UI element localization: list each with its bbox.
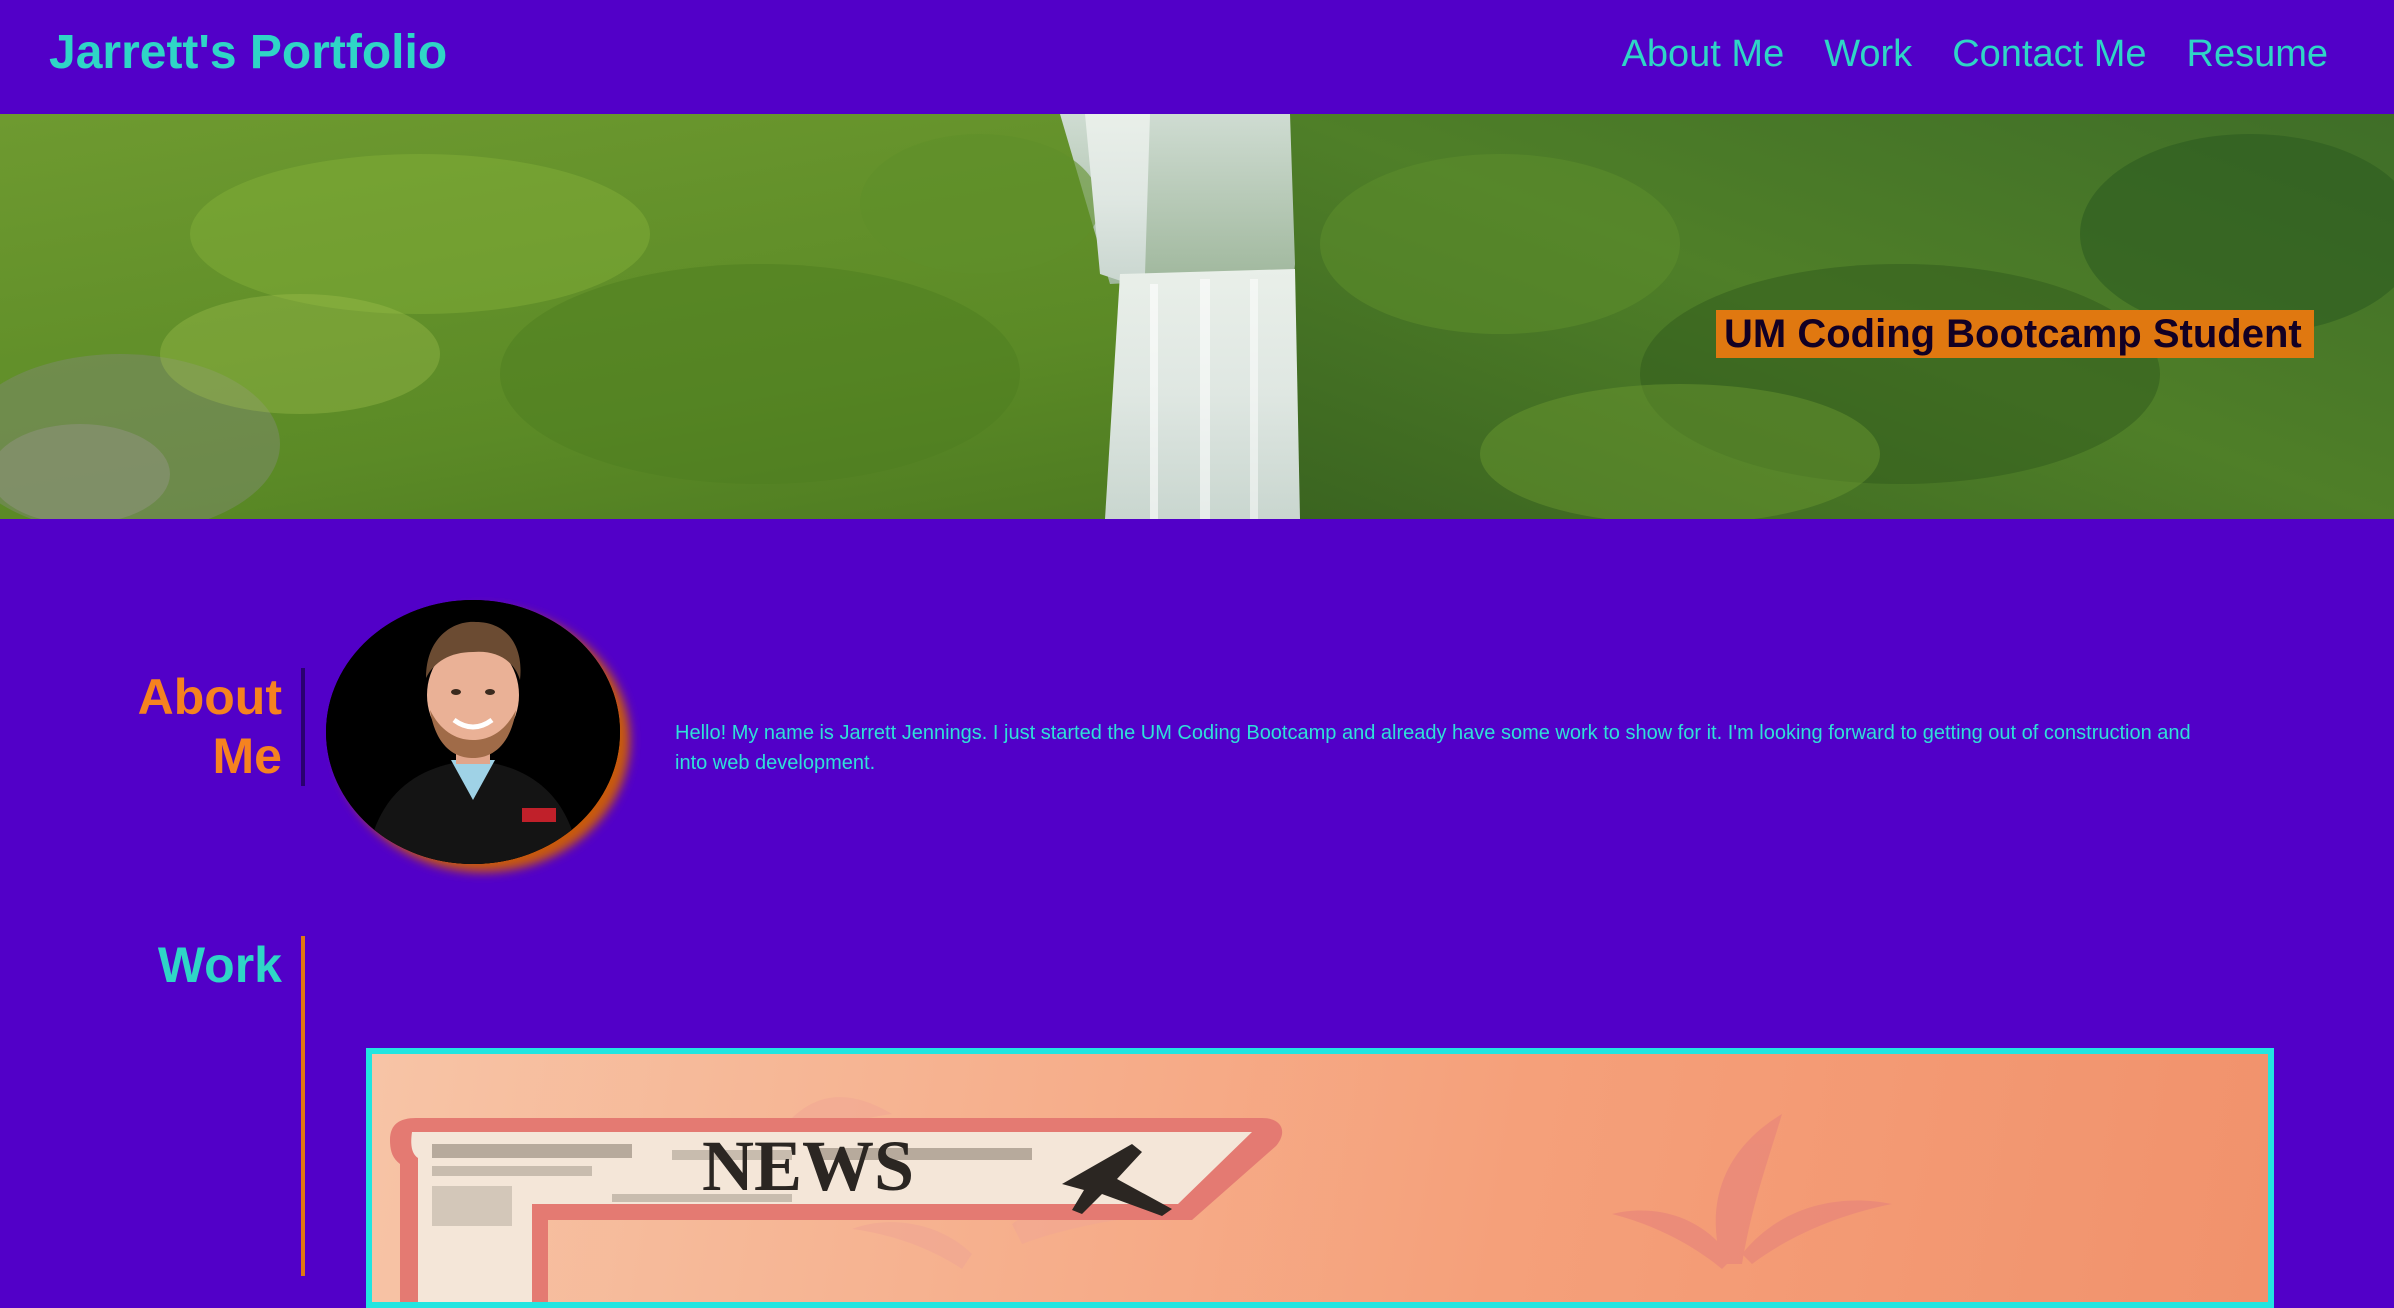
site-brand[interactable]: Jarrett's Portfolio	[49, 26, 447, 80]
site-header: Jarrett's Portfolio About Me Work Contac…	[0, 0, 2394, 114]
about-heading-line2: Me	[212, 728, 282, 784]
about-heading-line1: About	[137, 669, 282, 725]
about-divider	[301, 668, 305, 786]
nav-link-resume[interactable]: Resume	[2187, 30, 2329, 78]
work-heading: Work	[157, 937, 282, 993]
work-divider	[301, 936, 305, 1276]
about-text: Hello! My name is Jarrett Jennings. I ju…	[675, 722, 2191, 774]
nav-link-contact-me[interactable]: Contact Me	[1952, 30, 2146, 78]
project-preview-image: NEWS	[390, 1097, 1892, 1302]
nav-link-work[interactable]: Work	[1824, 30, 1912, 78]
project-image-text: NEWS	[702, 1126, 914, 1206]
hero-banner: UM Coding Bootcamp Student	[0, 114, 2394, 519]
nav-link-about-me[interactable]: About Me	[1622, 30, 1785, 78]
about-heading: About Me	[100, 668, 282, 786]
hero-tagline: UM Coding Bootcamp Student	[1716, 310, 2314, 358]
profile-photo-image	[326, 600, 620, 864]
work-project-card[interactable]: NEWS	[366, 1048, 2274, 1308]
avatar	[326, 600, 620, 864]
main-nav: About Me Work Contact Me Resume	[1622, 30, 2328, 78]
